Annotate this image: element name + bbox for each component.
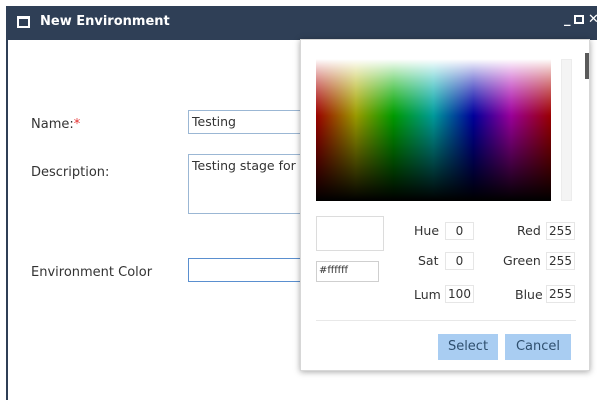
divider <box>316 320 576 321</box>
color-preview-swatch <box>316 216 384 251</box>
luminance-slider[interactable] <box>561 59 572 201</box>
close-button[interactable]: ✕ <box>588 12 597 27</box>
required-mark: * <box>73 117 81 132</box>
color-spectrum[interactable] <box>316 59 551 201</box>
description-label: Description: <box>31 165 110 180</box>
maximize-button[interactable] <box>574 15 584 24</box>
red-input[interactable]: 255 <box>546 222 575 240</box>
name-label-text: Name: <box>31 117 74 132</box>
title-bar[interactable]: New Environment _ ✕ <box>8 6 597 40</box>
green-input[interactable]: 255 <box>546 252 575 270</box>
blue-input[interactable]: 255 <box>546 285 575 303</box>
green-label: Green <box>503 253 541 268</box>
environment-color-label: Environment Color <box>31 265 153 280</box>
name-input[interactable]: Testing <box>188 110 308 134</box>
window-icon <box>17 16 30 28</box>
name-label: Name:* <box>31 117 80 132</box>
lum-label: Lum <box>414 287 441 302</box>
hue-input[interactable]: 0 <box>445 222 474 240</box>
blue-label: Blue <box>515 287 543 302</box>
select-button[interactable]: Select <box>438 334 498 360</box>
lum-input[interactable]: 100 <box>445 285 474 303</box>
red-label: Red <box>517 223 541 238</box>
sat-label: Sat <box>418 253 439 268</box>
cancel-button[interactable]: Cancel <box>505 334 571 360</box>
color-picker-popup: #ffffff Hue 0 Sat 0 Lum 100 Red 255 Gree… <box>300 39 590 371</box>
window-title: New Environment <box>40 14 170 29</box>
description-textarea[interactable]: Testing stage for th <box>188 154 308 214</box>
sat-input[interactable]: 0 <box>445 252 474 270</box>
minimize-button[interactable]: _ <box>564 12 571 27</box>
hue-label: Hue <box>414 223 440 238</box>
environment-color-input[interactable] <box>188 258 308 282</box>
scrollbar-thumb[interactable] <box>585 53 589 79</box>
hex-input[interactable]: #ffffff <box>316 261 379 282</box>
